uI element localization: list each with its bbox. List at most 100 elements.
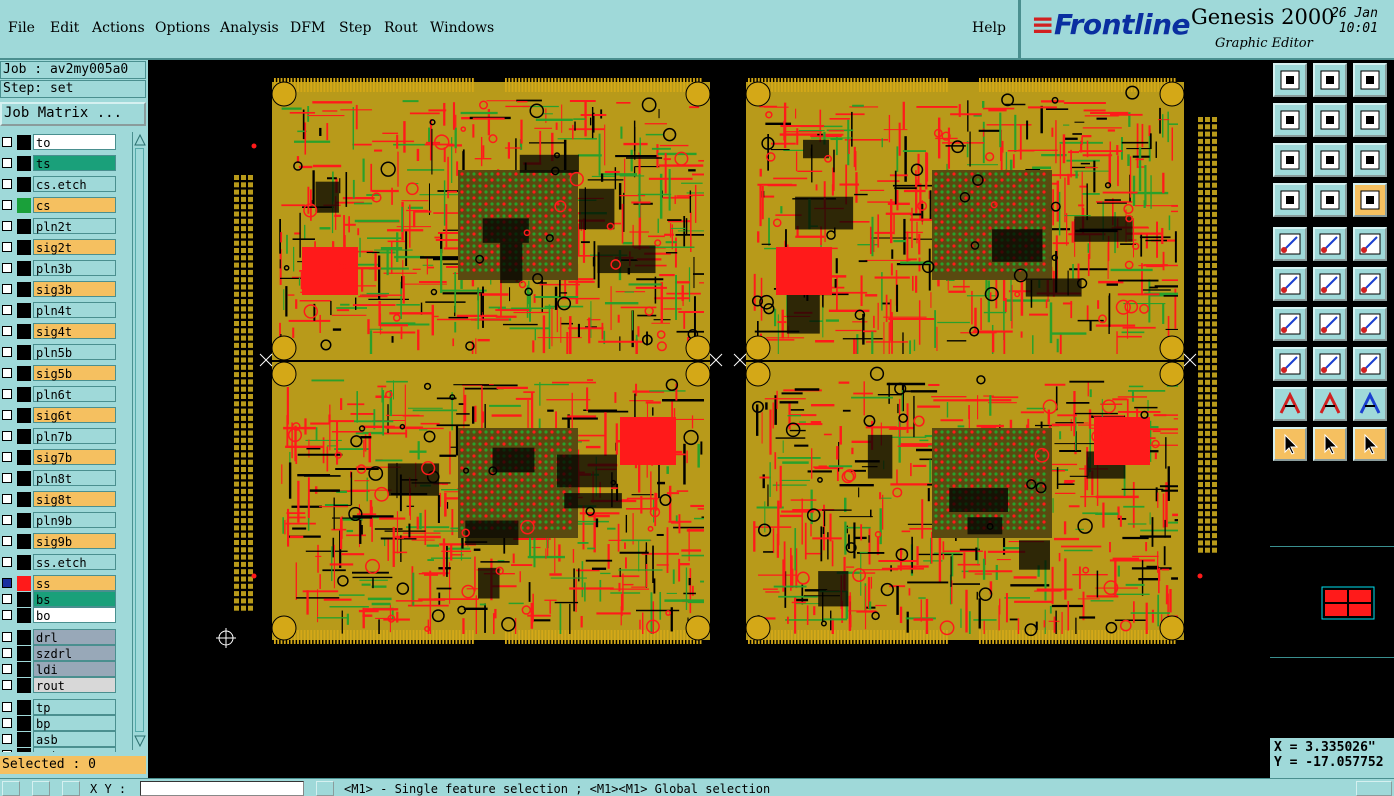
- layer-row[interactable]: sig6t: [0, 407, 132, 424]
- layer-checkbox[interactable]: [2, 158, 12, 168]
- layer-name[interactable]: sig5b: [33, 365, 116, 381]
- layer-color-swatch[interactable]: [17, 198, 31, 213]
- select-pointer-yellow-button[interactable]: [1353, 427, 1387, 461]
- connect-button[interactable]: [1273, 267, 1307, 301]
- layer-color-swatch[interactable]: [17, 450, 31, 465]
- layer-color-swatch[interactable]: [17, 646, 31, 661]
- layer-checkbox[interactable]: [2, 578, 12, 588]
- layer-color-swatch[interactable]: [17, 387, 31, 402]
- layer-name[interactable]: pln5b: [33, 344, 116, 360]
- zoom-page-button[interactable]: [1313, 63, 1347, 97]
- layer-checkbox[interactable]: [2, 610, 12, 620]
- layer-name[interactable]: drl: [33, 629, 116, 645]
- layer-row[interactable]: sig8t: [0, 491, 132, 508]
- menu-dfm[interactable]: DFM: [290, 20, 325, 36]
- zoom-center-button[interactable]: [1313, 143, 1347, 177]
- zoom-back-button[interactable]: [1353, 103, 1387, 137]
- layer-checkbox[interactable]: [2, 664, 12, 674]
- layer-name[interactable]: pln9b: [33, 512, 116, 528]
- layer-checkbox[interactable]: [2, 473, 12, 483]
- layer-row[interactable]: bo: [0, 607, 132, 624]
- layer-color-swatch[interactable]: [17, 429, 31, 444]
- layer-row[interactable]: sig5b: [0, 365, 132, 382]
- layer-row[interactable]: pln4t: [0, 302, 132, 319]
- layer-name[interactable]: bo: [33, 607, 116, 623]
- select-pointer-orange-button[interactable]: [1313, 427, 1347, 461]
- scroll-down-icon[interactable]: [134, 734, 146, 748]
- layer-name[interactable]: pln3b: [33, 260, 116, 276]
- layer-name[interactable]: ss.etch: [33, 554, 116, 570]
- layer-checkbox[interactable]: [2, 632, 12, 642]
- layer-name[interactable]: sig7b: [33, 449, 116, 465]
- layer-row[interactable]: bs: [0, 591, 132, 608]
- layer-color-swatch[interactable]: [17, 324, 31, 339]
- layer-checkbox[interactable]: [2, 326, 12, 336]
- layer-color-swatch[interactable]: [17, 261, 31, 276]
- add-polygon-button[interactable]: [1313, 227, 1347, 261]
- layer-checkbox[interactable]: [2, 305, 12, 315]
- layer-color-swatch[interactable]: [17, 408, 31, 423]
- menu-edit[interactable]: Edit: [50, 20, 79, 36]
- layer-name[interactable]: pln7b: [33, 428, 116, 444]
- layer-row[interactable]: ss: [0, 575, 132, 592]
- layer-name[interactable]: szdrl: [33, 645, 116, 661]
- move-point-button[interactable]: [1353, 267, 1387, 301]
- bottom-tool-4-button[interactable]: [316, 781, 334, 796]
- layer-scrollbar[interactable]: [132, 132, 147, 750]
- layer-name[interactable]: pln2t: [33, 218, 116, 234]
- layer-checkbox[interactable]: [2, 452, 12, 462]
- layer-checkbox[interactable]: [2, 263, 12, 273]
- zoom-home-button[interactable]: [1273, 63, 1307, 97]
- layer-name[interactable]: ts: [33, 155, 116, 171]
- layer-row[interactable]: ast: [0, 747, 132, 752]
- layer-row[interactable]: cs: [0, 197, 132, 214]
- layer-name[interactable]: ss: [33, 575, 116, 591]
- layer-row[interactable]: pln5b: [0, 344, 132, 361]
- layer-row[interactable]: ldi: [0, 661, 132, 678]
- layer-row[interactable]: sig2t: [0, 239, 132, 256]
- text-a-button[interactable]: [1273, 387, 1307, 421]
- layer-row[interactable]: sig4t: [0, 323, 132, 340]
- layer-color-swatch[interactable]: [17, 732, 31, 747]
- xy-input[interactable]: [140, 781, 304, 796]
- layer-color-swatch[interactable]: [17, 700, 31, 715]
- layer-row[interactable]: ss.etch: [0, 554, 132, 571]
- layer-row[interactable]: asb: [0, 731, 132, 748]
- layer-checkbox[interactable]: [2, 734, 12, 744]
- layer-checkbox[interactable]: [2, 594, 12, 604]
- layer-checkbox[interactable]: [2, 431, 12, 441]
- scroll-thumb[interactable]: [135, 148, 144, 732]
- layer-name[interactable]: ast: [33, 747, 116, 752]
- layer-name[interactable]: sig8t: [33, 491, 116, 507]
- layer-color-swatch[interactable]: [17, 576, 31, 591]
- layer-checkbox[interactable]: [2, 221, 12, 231]
- layer-name[interactable]: sig3b: [33, 281, 116, 297]
- layer-checkbox[interactable]: [2, 702, 12, 712]
- layer-color-swatch[interactable]: [17, 219, 31, 234]
- add-pad-button[interactable]: [1273, 227, 1307, 261]
- layer-color-swatch[interactable]: [17, 303, 31, 318]
- layer-checkbox[interactable]: [2, 648, 12, 658]
- measure-probe-button[interactable]: [1313, 183, 1347, 217]
- layer-row[interactable]: ts: [0, 155, 132, 172]
- layer-color-swatch[interactable]: [17, 748, 31, 752]
- move-feature-button[interactable]: [1273, 347, 1307, 381]
- layer-checkbox[interactable]: [2, 137, 12, 147]
- layer-checkbox[interactable]: [2, 536, 12, 546]
- layer-name[interactable]: cs.etch: [33, 176, 116, 192]
- layer-row[interactable]: cs.etch: [0, 176, 132, 193]
- menu-rout[interactable]: Rout: [384, 20, 418, 36]
- text-a-red-button[interactable]: [1313, 387, 1347, 421]
- select-pointer-button[interactable]: [1273, 427, 1307, 461]
- line-draw-button[interactable]: [1273, 307, 1307, 341]
- layer-name[interactable]: sig6t: [33, 407, 116, 423]
- pcb-view[interactable]: [148, 60, 1270, 778]
- layer-color-swatch[interactable]: [17, 177, 31, 192]
- cut-line-button[interactable]: [1313, 347, 1347, 381]
- layer-color-swatch[interactable]: [17, 555, 31, 570]
- layer-name[interactable]: sig4t: [33, 323, 116, 339]
- layer-checkbox[interactable]: [2, 200, 12, 210]
- layer-checkbox[interactable]: [2, 389, 12, 399]
- menu-step[interactable]: Step: [339, 20, 371, 36]
- layer-row[interactable]: tp: [0, 699, 132, 716]
